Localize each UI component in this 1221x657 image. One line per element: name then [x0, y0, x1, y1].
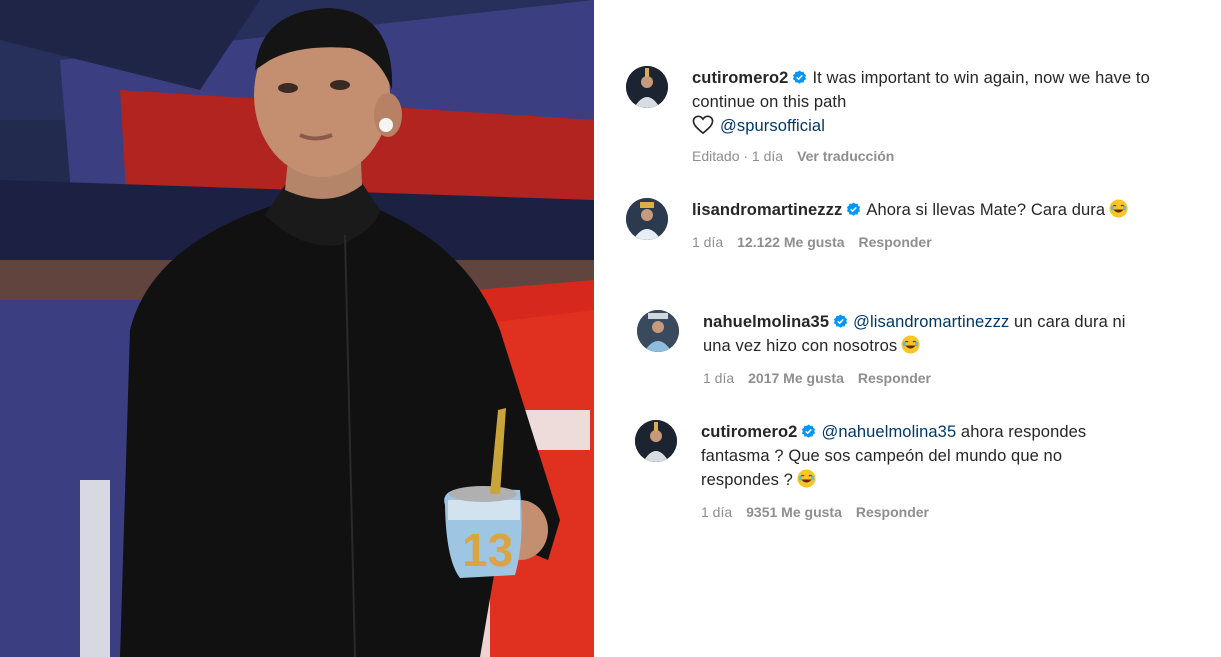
- comment: cutiromero2 @nahuelmolina35 ahora respond…: [701, 420, 1131, 492]
- edited-label: Editado · 1 día: [692, 148, 784, 164]
- mate-number: 13: [462, 524, 513, 576]
- avatar[interactable]: [637, 310, 679, 352]
- reply-button[interactable]: Responder: [858, 370, 931, 386]
- like-count[interactable]: 9351 Me gusta: [746, 504, 842, 520]
- verified-badge-icon: [793, 70, 807, 84]
- post-author[interactable]: cutiromero2: [692, 69, 788, 87]
- translate-link[interactable]: Ver traducción: [797, 148, 894, 164]
- comment-author[interactable]: cutiromero2: [701, 423, 797, 441]
- post-photo: 13: [0, 0, 594, 657]
- comment-author[interactable]: nahuelmolina35: [703, 313, 829, 331]
- like-count[interactable]: 2017 Me gusta: [748, 370, 844, 386]
- verified-badge-icon: [834, 314, 848, 328]
- avatar[interactable]: [635, 420, 677, 462]
- laughing-emoji-icon: [1109, 199, 1128, 218]
- avatar[interactable]: [626, 66, 668, 108]
- comment-mention[interactable]: @lisandromartinezzz: [853, 313, 1009, 331]
- comment-time: 1 día: [701, 504, 733, 520]
- comment-text: Ahora si llevas Mate? Cara dura: [866, 201, 1106, 219]
- laughing-emoji-icon: [901, 335, 920, 354]
- verified-badge-icon: [802, 424, 816, 438]
- comment-meta: 1 día 9351 Me gusta Responder: [701, 504, 943, 520]
- comment: lisandromartinezzz Ahora si llevas Mate? …: [692, 198, 1207, 222]
- comment-time: 1 día: [692, 234, 724, 250]
- comment-time: 1 día: [703, 370, 735, 386]
- comment-meta: 1 día 12.122 Me gusta Responder: [692, 234, 946, 250]
- heart-icon[interactable]: [692, 115, 714, 135]
- avatar[interactable]: [626, 198, 668, 240]
- like-count[interactable]: 12.122 Me gusta: [737, 234, 844, 250]
- comments-panel: cutiromero2 It was important to win again…: [594, 0, 1221, 657]
- post-caption: cutiromero2 It was important to win again…: [692, 66, 1207, 114]
- verified-badge-icon: [847, 202, 861, 216]
- comment-mention[interactable]: @nahuelmolina35: [821, 423, 956, 441]
- comment: nahuelmolina35 @lisandromartinezzz un car…: [703, 310, 1153, 358]
- comment-meta: 1 día 2017 Me gusta Responder: [703, 370, 945, 386]
- laughing-emoji-icon: [797, 469, 816, 488]
- photo-illustration: 13: [0, 0, 594, 657]
- reply-button[interactable]: Responder: [856, 504, 929, 520]
- reply-button[interactable]: Responder: [859, 234, 932, 250]
- caption-mention[interactable]: @spursofficial: [720, 117, 825, 135]
- comment-author[interactable]: lisandromartinezzz: [692, 201, 842, 219]
- caption-meta: Editado · 1 día Ver traducción: [692, 148, 908, 164]
- caption-mention-line: @spursofficial: [692, 114, 825, 138]
